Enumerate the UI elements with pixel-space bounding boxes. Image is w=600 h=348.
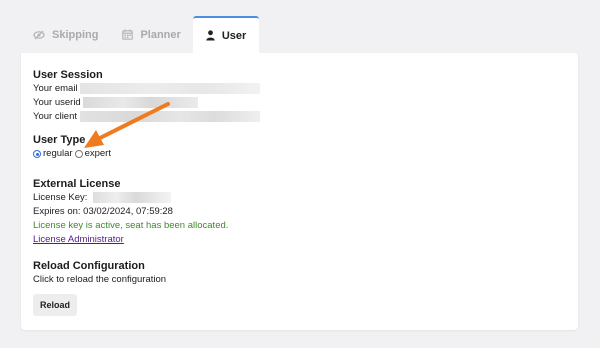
user-icon [206,30,215,41]
tab-user-label: User [221,29,247,42]
expert-radio[interactable] [74,150,83,158]
userid-value-redacted [83,96,199,108]
external-license-section: External License License Key: Expires on… [33,178,553,247]
reload-button-row: Reload [33,294,553,316]
tab-bar: Skipping Planner User [21,16,260,53]
user-session-title: User Session [33,69,103,81]
license-key-row: License Key: [33,191,553,205]
tab-skipping[interactable]: Skipping [21,16,110,53]
email-label: Your email [33,83,78,94]
license-key-label: License Key: [33,192,88,203]
regular-radio[interactable] [33,150,41,158]
user-type-section: User Type regular expert [33,134,553,161]
user-panel: User Session Your email Your userid Your… [21,53,578,330]
external-license-title: External License [33,178,121,190]
client-value-redacted [79,110,260,122]
license-key-redacted [93,191,172,203]
userid-label: Your userid [33,97,81,108]
tab-planner-label: Planner [140,28,181,41]
tab-user[interactable]: User [192,16,260,53]
user-type-radio-group: regular expert [33,147,553,161]
tab-skipping-label: Skipping [52,28,99,41]
email-value-redacted [80,82,261,94]
license-expiry: Expires on: 03/02/2024, 07:59:28 [33,206,173,217]
expert-label[interactable]: expert [85,147,111,161]
user-type-title: User Type [33,134,86,146]
userid-row: Your userid [33,96,553,110]
license-status-text: License key is active, seat has been all… [33,220,229,231]
regular-label[interactable]: regular [43,147,73,161]
reload-configuration-section: Reload Configuration Click to reload the… [33,260,553,316]
eye-slash-icon [33,30,45,40]
reload-configuration-title: Reload Configuration [33,260,145,272]
license-administrator-link[interactable]: License Administrator [33,234,124,245]
client-row: Your client [33,110,553,124]
license-admin-row: License Administrator [33,233,553,247]
email-row: Your email [33,82,553,96]
tab-planner[interactable]: Planner [110,16,192,53]
client-label: Your client [33,111,78,122]
user-session-section: User Session Your email Your userid Your… [33,69,553,124]
reload-description: Click to reload the configuration [33,274,167,285]
reload-button[interactable]: Reload [33,294,78,316]
calendar-icon [122,29,134,40]
